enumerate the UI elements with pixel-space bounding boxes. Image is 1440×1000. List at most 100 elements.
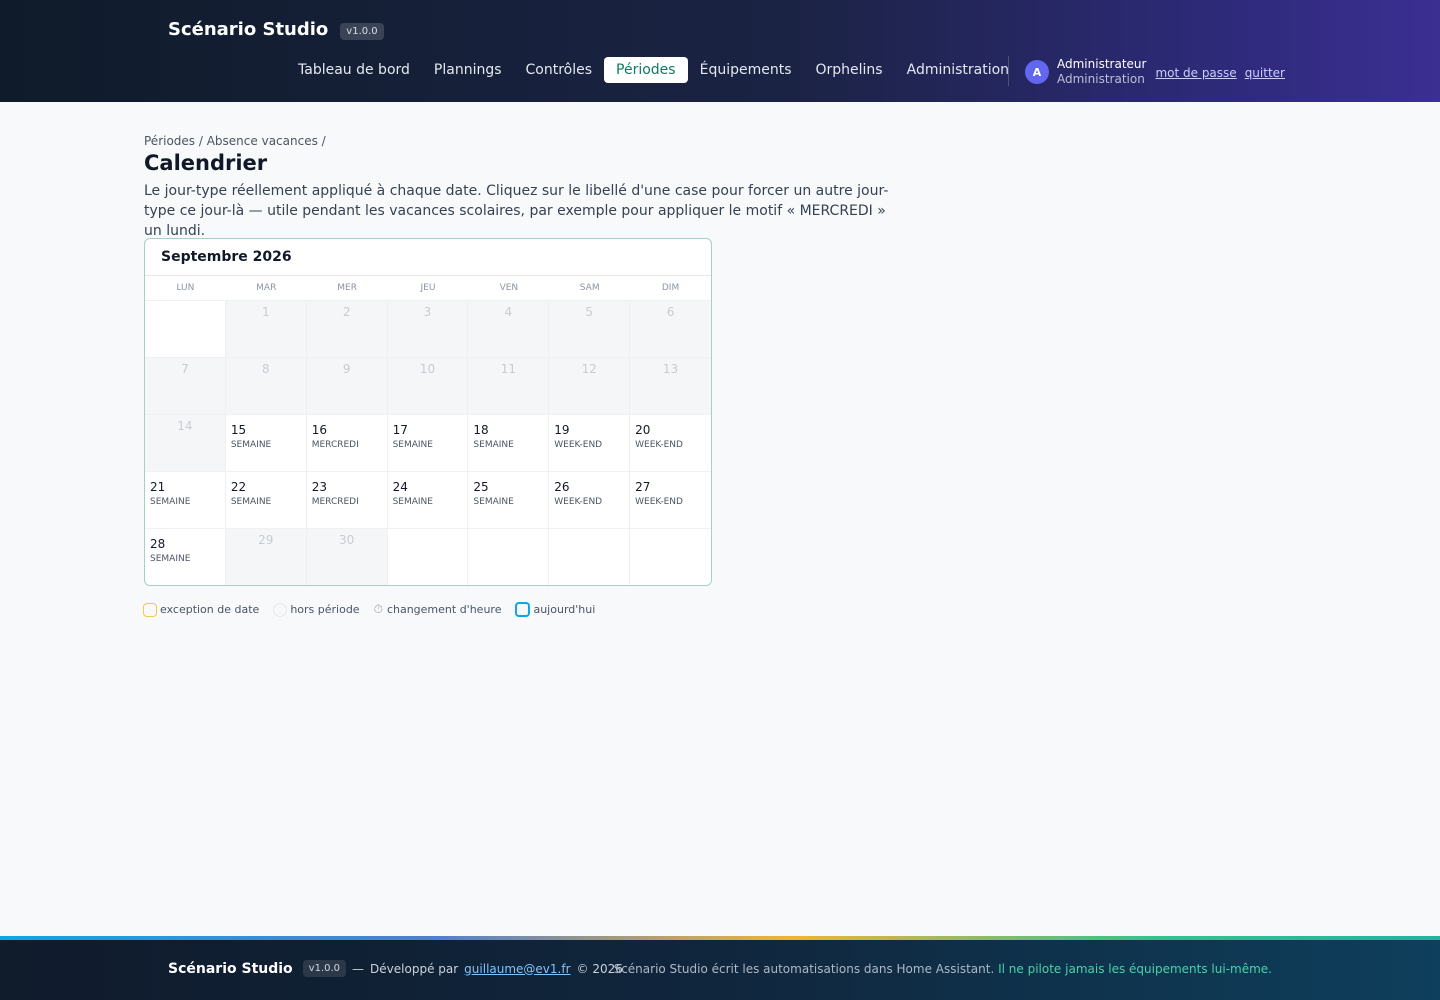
nav-item-tableau-de-bord[interactable]: Tableau de bord	[286, 57, 422, 83]
calendar-day-cell[interactable]: 21 SEMAINE	[145, 472, 226, 529]
weekday-label: SAM	[579, 283, 600, 293]
day-type-label[interactable]: SEMAINE	[231, 440, 301, 450]
breadcrumb[interactable]: Périodes / Absence vacances /	[144, 134, 326, 148]
calendar-day-cell: 12	[549, 358, 631, 415]
day-type-label[interactable]: WEEK-END	[635, 497, 706, 507]
footer-email-link[interactable]: guillaume@ev1.fr	[464, 962, 570, 976]
calendar-legend: exception de date hors période ⏱ changem…	[143, 602, 609, 617]
day-number: 9	[342, 362, 351, 376]
day-type-label[interactable]: MERCREDI	[312, 440, 382, 450]
day-number: 20	[635, 423, 651, 437]
calendar-day-cell[interactable]: 16 MERCREDI	[306, 415, 388, 472]
day-type-label[interactable]: SEMAINE	[473, 497, 543, 507]
day-number: 25	[473, 480, 489, 494]
day-number: 30	[338, 533, 355, 547]
day-number: 21	[150, 480, 166, 494]
day-type-label[interactable]: WEEK-END	[635, 440, 706, 450]
day-number: 4	[504, 305, 513, 319]
day-type-label[interactable]: SEMAINE	[231, 497, 301, 507]
nav-item-administration[interactable]: Administration	[895, 57, 1021, 83]
legend-out-of-period: hors période	[273, 602, 360, 617]
weekday-label: JEU	[420, 283, 436, 293]
day-number: 11	[500, 362, 516, 376]
user-menu: A Administrateur Administration mot de p…	[1025, 57, 1285, 87]
user-name: Administrateur	[1057, 57, 1147, 71]
day-number: 13	[662, 362, 679, 376]
legend-exception-label: exception de date	[160, 603, 260, 616]
footer-dash: —	[352, 961, 365, 976]
day-number: 29	[258, 533, 274, 547]
main-nav: Tableau de bord Plannings Contrôles Péri…	[286, 57, 1021, 83]
calendar-day-cell[interactable]: 17 SEMAINE	[387, 415, 469, 472]
legend-exception: exception de date	[143, 602, 260, 617]
footer-brand: Scénario Studio	[168, 960, 293, 977]
calendar-day-cell: 4	[468, 301, 550, 358]
legend-today: aujourd'hui	[515, 602, 595, 617]
nav-item-plannings[interactable]: Plannings	[422, 57, 514, 83]
calendar-day-cell: 3	[387, 301, 469, 358]
password-link[interactable]: mot de passe	[1155, 66, 1236, 80]
calendar-day-cell: 11	[468, 358, 550, 415]
weekday-label: VEN	[499, 283, 519, 293]
nav-item-periodes[interactable]: Périodes	[604, 57, 688, 83]
calendar-day-cell[interactable]: 19 WEEK-END	[549, 415, 631, 472]
page-title: Calendrier	[144, 151, 268, 175]
day-type-label[interactable]: SEMAINE	[150, 554, 220, 564]
today-swatch	[515, 602, 531, 617]
brand[interactable]: Scénario Studio v1.0.0	[168, 19, 384, 40]
version-badge: v1.0.0	[340, 22, 384, 40]
day-type-label[interactable]: SEMAINE	[393, 497, 463, 507]
day-type-label[interactable]: SEMAINE	[393, 440, 463, 450]
day-type-label[interactable]: MERCREDI	[312, 497, 382, 507]
day-number: 7	[181, 362, 189, 376]
day-number: 6	[666, 305, 675, 319]
calendar-day-cell: 7	[145, 358, 226, 415]
calendar-cell-empty	[145, 301, 226, 358]
out-of-period-swatch	[273, 602, 288, 617]
nav-item-orphelins[interactable]: Orphelins	[804, 57, 895, 83]
day-type-label[interactable]: WEEK-END	[554, 440, 624, 450]
user-info: Administrateur Administration	[1057, 57, 1146, 87]
page-description: Le jour-type réellement appliqué à chaqu…	[144, 183, 889, 239]
day-number: 14	[177, 419, 193, 433]
day-type-label[interactable]: SEMAINE	[150, 497, 220, 507]
weekday-label: MER	[337, 283, 357, 293]
calendar-day-cell: 29	[225, 529, 307, 585]
day-number: 2	[342, 305, 351, 319]
footer-accent-bar	[0, 936, 1440, 940]
calendar-day-cell[interactable]: 23 MERCREDI	[306, 472, 388, 529]
calendar-day-cell[interactable]: 27 WEEK-END	[630, 472, 711, 529]
nav-item-controles[interactable]: Contrôles	[514, 57, 605, 83]
calendar-cell-empty	[549, 529, 631, 585]
day-number: 23	[311, 480, 327, 494]
legend-today-label: aujourd'hui	[533, 603, 596, 616]
footer-version-badge: v1.0.0	[302, 960, 347, 977]
weekday-header: LUN MAR MER JEU VEN SAM DIM	[145, 276, 711, 301]
nav-item-equipements[interactable]: Équipements	[688, 57, 804, 83]
calendar-grid: 1 2 3 4 5 6 7 8 9 10 11 12 13 14 15 SEMAINE 16 MERCREDI 17…	[145, 301, 711, 585]
calendar-day-cell[interactable]: 20 WEEK-END	[630, 415, 711, 472]
footer-credits: Scénario Studio v1.0.0 — Développé par g…	[168, 960, 623, 977]
calendar-day-cell[interactable]: 25 SEMAINE	[468, 472, 550, 529]
calendar-day-cell[interactable]: 15 SEMAINE	[225, 415, 307, 472]
day-type-label[interactable]: SEMAINE	[473, 440, 543, 450]
calendar-day-cell[interactable]: 26 WEEK-END	[549, 472, 631, 529]
day-number: 12	[581, 362, 597, 376]
day-number: 1	[261, 305, 270, 319]
day-number: 26	[554, 480, 570, 494]
day-number: 17	[392, 423, 408, 437]
day-number: 22	[230, 480, 247, 494]
footer-developed-by: Développé par	[370, 961, 459, 976]
calendar: Septembre 2026 LUN MAR MER JEU VEN SAM D…	[144, 238, 712, 586]
calendar-day-cell[interactable]: 28 SEMAINE	[145, 529, 226, 585]
footer-notice-accent: Il ne pilote jamais les équipements lui-…	[998, 962, 1272, 976]
calendar-day-cell[interactable]: 22 SEMAINE	[225, 472, 307, 529]
calendar-day-cell: 9	[306, 358, 388, 415]
calendar-day-cell[interactable]: 24 SEMAINE	[387, 472, 469, 529]
day-type-label[interactable]: WEEK-END	[554, 497, 624, 507]
calendar-day-cell: 13	[630, 358, 711, 415]
clock-icon: ⏱	[373, 602, 383, 616]
calendar-day-cell[interactable]: 18 SEMAINE	[468, 415, 550, 472]
logout-link[interactable]: quitter	[1245, 66, 1285, 80]
day-number: 27	[635, 480, 651, 494]
